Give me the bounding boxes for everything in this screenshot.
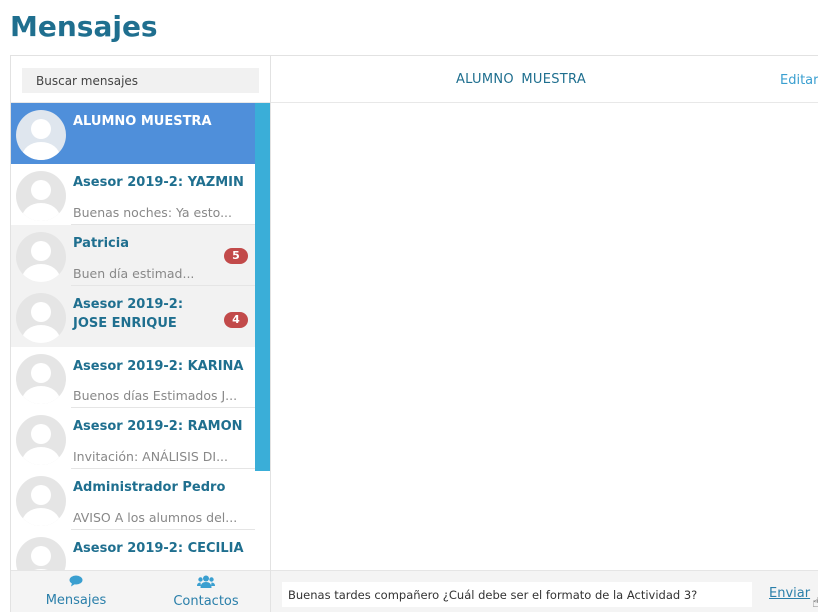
conversation-preview: Buenos días Estimados J... bbox=[73, 388, 238, 403]
avatar bbox=[16, 171, 66, 221]
unread-badge: 5 bbox=[224, 248, 248, 264]
contacts-tab-label: Contactos bbox=[173, 594, 239, 609]
conversation-name: Asesor 2019-2: KARINA bbox=[73, 359, 244, 374]
conversation-header: ALUMNO MUESTRA Editar bbox=[271, 56, 818, 103]
conversation-panel: ALUMNO MUESTRA Editar Enviar ☝ bbox=[271, 56, 818, 612]
comment-icon bbox=[69, 575, 83, 587]
contacts-tab[interactable]: Contactos bbox=[171, 575, 241, 609]
search-bar bbox=[11, 56, 270, 103]
conversation-name: Asesor 2019-2: YAZMIN bbox=[73, 175, 244, 190]
conversation-preview: AVISO A los alumnos del... bbox=[73, 510, 238, 525]
avatar bbox=[16, 476, 66, 526]
conversation-item[interactable]: Asesor 2019-2: RAMON Invitación: ANÁLISI… bbox=[11, 408, 255, 469]
bottom-nav: Mensajes Contactos bbox=[11, 570, 270, 612]
message-composer: Enviar ☝ bbox=[271, 570, 818, 612]
conversation-list-panel: ALUMNO MUESTRA Asesor 2019-2: YAZMIN Bue… bbox=[11, 56, 271, 612]
conversation-preview: Buenas noches: Ya esto... bbox=[73, 205, 233, 220]
messages-panel: ALUMNO MUESTRA Asesor 2019-2: YAZMIN Bue… bbox=[10, 55, 818, 612]
list-scrollbar[interactable] bbox=[255, 103, 270, 471]
conversation-item[interactable]: Asesor 2019-2: KARINA Buenos días Estima… bbox=[11, 347, 255, 408]
edit-link[interactable]: Editar bbox=[780, 73, 818, 88]
unread-badge: 4 bbox=[224, 312, 248, 328]
mouse-cursor-icon: ☝ bbox=[812, 595, 818, 611]
avatar bbox=[16, 293, 66, 343]
messages-tab-label: Mensajes bbox=[45, 593, 107, 608]
send-button[interactable]: Enviar bbox=[769, 586, 810, 601]
conversation-name: Asesor 2019-2: RAMON bbox=[73, 419, 243, 434]
avatar bbox=[16, 537, 66, 570]
conversation-name: ALUMNO MUESTRA bbox=[73, 114, 212, 129]
conversation-preview: Invitación: ANÁLISIS DI... bbox=[73, 449, 229, 464]
users-icon bbox=[197, 575, 215, 588]
conversation-list[interactable]: ALUMNO MUESTRA Asesor 2019-2: YAZMIN Bue… bbox=[11, 103, 270, 570]
conversation-name: Asesor 2019-2: CECILIA bbox=[73, 541, 244, 556]
conversation-item[interactable]: Asesor 2019-2: JOSE ENRIQUE 4 bbox=[11, 286, 255, 347]
page-title: Mensajes bbox=[10, 10, 158, 43]
message-input[interactable] bbox=[282, 582, 752, 607]
message-area bbox=[271, 103, 818, 570]
avatar bbox=[16, 415, 66, 465]
conversation-item[interactable]: ALUMNO MUESTRA bbox=[11, 103, 255, 164]
search-input[interactable] bbox=[22, 68, 259, 93]
conversation-item[interactable]: Administrador Pedro AVISO A los alumnos … bbox=[11, 469, 255, 530]
avatar bbox=[16, 354, 66, 404]
conversation-item[interactable]: Asesor 2019-2: YAZMIN Buenas noches: Ya … bbox=[11, 164, 255, 225]
conversation-item[interactable]: Asesor 2019-2: CECILIA bbox=[11, 530, 255, 570]
conversation-preview: Buen día estimad... bbox=[73, 266, 195, 281]
conversation-name: Administrador Pedro bbox=[73, 480, 226, 495]
conversation-title: ALUMNO MUESTRA bbox=[455, 72, 587, 87]
avatar bbox=[16, 232, 66, 282]
conversation-name: Asesor 2019-2: JOSE ENRIQUE bbox=[73, 297, 184, 331]
avatar bbox=[16, 110, 66, 160]
conversation-item[interactable]: Patricia 5 Buen día estimad... bbox=[11, 225, 255, 286]
messages-tab[interactable]: Mensajes bbox=[43, 575, 109, 608]
